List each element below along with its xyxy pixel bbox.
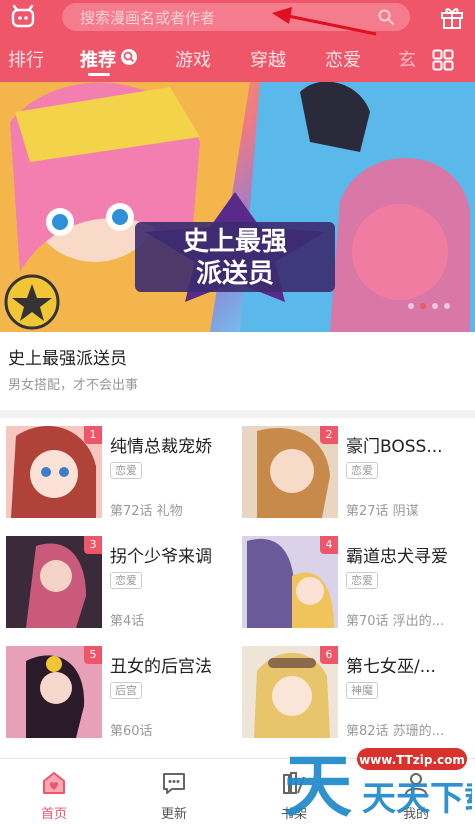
banner-comic-desc: 男女搭配，才不会出事 xyxy=(8,378,139,393)
latest-episode: 第72话 礼物 xyxy=(110,504,183,519)
latest-episode: 第60话 xyxy=(110,724,153,739)
comic-card[interactable]: 2 豪门BOSS... 恋爱 第27话 阴谋 xyxy=(236,420,466,520)
banner-title-line1: 史上最强 xyxy=(183,227,287,257)
genre-tag: 恋爱 xyxy=(346,462,378,479)
comic-title[interactable]: 豪门BOSS... xyxy=(346,432,464,457)
tab-recommend[interactable]: 推荐 xyxy=(80,46,116,72)
comic-list: 1 纯情总裁宠娇 恋爱 第72话 礼物 2 豪门BOSS... 恋爱 第27话 … xyxy=(0,418,475,758)
search-icon[interactable] xyxy=(378,9,394,25)
tab-time-travel[interactable]: 穿越 xyxy=(250,46,286,72)
rank-badge: 6 xyxy=(320,646,338,664)
all-categories-icon[interactable] xyxy=(432,49,454,71)
top-bar: 搜索漫画名或者作者 xyxy=(0,0,475,36)
rank-badge: 3 xyxy=(84,536,102,554)
comic-cover[interactable]: 4 xyxy=(242,536,338,628)
nav-home[interactable]: 首页 xyxy=(14,767,94,824)
comic-card[interactable]: 1 纯情总裁宠娇 恋爱 第72话 礼物 xyxy=(0,420,230,520)
comic-cover[interactable]: 5 xyxy=(6,646,102,738)
tab-rank[interactable]: 排行 xyxy=(8,46,44,72)
genre-tag: 恋爱 xyxy=(346,572,378,589)
watermark-text: 天天下载 xyxy=(362,779,472,819)
tab-fantasy[interactable]: 玄 xyxy=(398,46,416,72)
comic-cover[interactable]: 3 xyxy=(6,536,102,628)
comic-card[interactable]: 5 丑女的后宫法 后宫 第60话 xyxy=(0,640,230,740)
gift-icon[interactable] xyxy=(439,4,465,30)
comic-card[interactable]: 6 第七女巫/... 神魔 第82话 苏珊的... xyxy=(236,640,466,740)
genre-tag: 恋爱 xyxy=(110,462,142,479)
latest-episode: 第4话 xyxy=(110,614,145,629)
category-tabs: 排行 推荐 游戏 穿越 恋爱 玄 xyxy=(0,40,475,80)
comic-title[interactable]: 霸道忠犬寻爱 xyxy=(346,542,464,567)
tab-romance[interactable]: 恋爱 xyxy=(325,46,361,72)
banner-info[interactable]: 史上最强派送员 男女搭配，才不会出事 xyxy=(0,332,475,410)
comic-title[interactable]: 第七女巫/... xyxy=(346,652,464,677)
app-logo-icon[interactable] xyxy=(10,4,36,30)
latest-episode: 第82话 苏珊的... xyxy=(346,724,445,739)
watermark-url: www.TTzip.com xyxy=(359,753,465,767)
comic-card[interactable]: 4 霸道忠犬寻爱 恋爱 第70话 浮出的... xyxy=(236,530,466,630)
nav-updates-label[interactable]: 更新 xyxy=(134,803,214,822)
tab-game[interactable]: 游戏 xyxy=(175,46,211,72)
active-tab-indicator xyxy=(88,73,110,76)
red-arrow-annotation xyxy=(272,7,377,36)
message-icon[interactable] xyxy=(160,769,188,797)
rank-badge: 5 xyxy=(84,646,102,664)
latest-episode: 第27话 阴谋 xyxy=(346,504,419,519)
comic-cover[interactable]: 2 xyxy=(242,426,338,518)
featured-banner[interactable]: 史上最强 派送员 xyxy=(0,82,475,332)
banner-comic-title[interactable]: 史上最强派送员 xyxy=(8,344,127,369)
rank-badge: 4 xyxy=(320,536,338,554)
rank-badge: 1 xyxy=(84,426,102,444)
genre-tag: 后宫 xyxy=(110,682,142,699)
latest-episode: 第70话 浮出的... xyxy=(346,614,445,629)
comic-title[interactable]: 拐个少爷来调 xyxy=(110,542,228,567)
search-placeholder[interactable]: 搜索漫画名或者作者 xyxy=(80,7,215,28)
banner-pagination xyxy=(408,303,450,309)
genre-tag: 恋爱 xyxy=(110,572,142,589)
comic-cover[interactable]: 6 xyxy=(242,646,338,738)
comic-title[interactable]: 丑女的后宫法 xyxy=(110,652,228,677)
nav-updates[interactable]: 更新 xyxy=(134,767,214,824)
comic-card[interactable]: 3 拐个少爷来调 恋爱 第4话 xyxy=(0,530,230,630)
comic-title[interactable]: 纯情总裁宠娇 xyxy=(110,432,228,457)
watermark-logo: 天 www.TTzip.com 天天下载 xyxy=(284,748,472,824)
comic-cover[interactable]: 1 xyxy=(6,426,102,518)
app-header: 搜索漫画名或者作者 排行 推荐 游戏 穿越 恋爱 玄 xyxy=(0,0,475,82)
banner-title-art: 史上最强 派送员 xyxy=(135,192,335,302)
rank-badge: 2 xyxy=(320,426,338,444)
home-icon[interactable] xyxy=(40,769,68,797)
magnifier-bubble-icon xyxy=(121,49,137,65)
banner-title-line2: 派送员 xyxy=(196,259,274,289)
nav-home-label[interactable]: 首页 xyxy=(14,803,94,822)
genre-tag: 神魔 xyxy=(346,682,378,699)
svg-text:天: 天 xyxy=(284,748,352,824)
